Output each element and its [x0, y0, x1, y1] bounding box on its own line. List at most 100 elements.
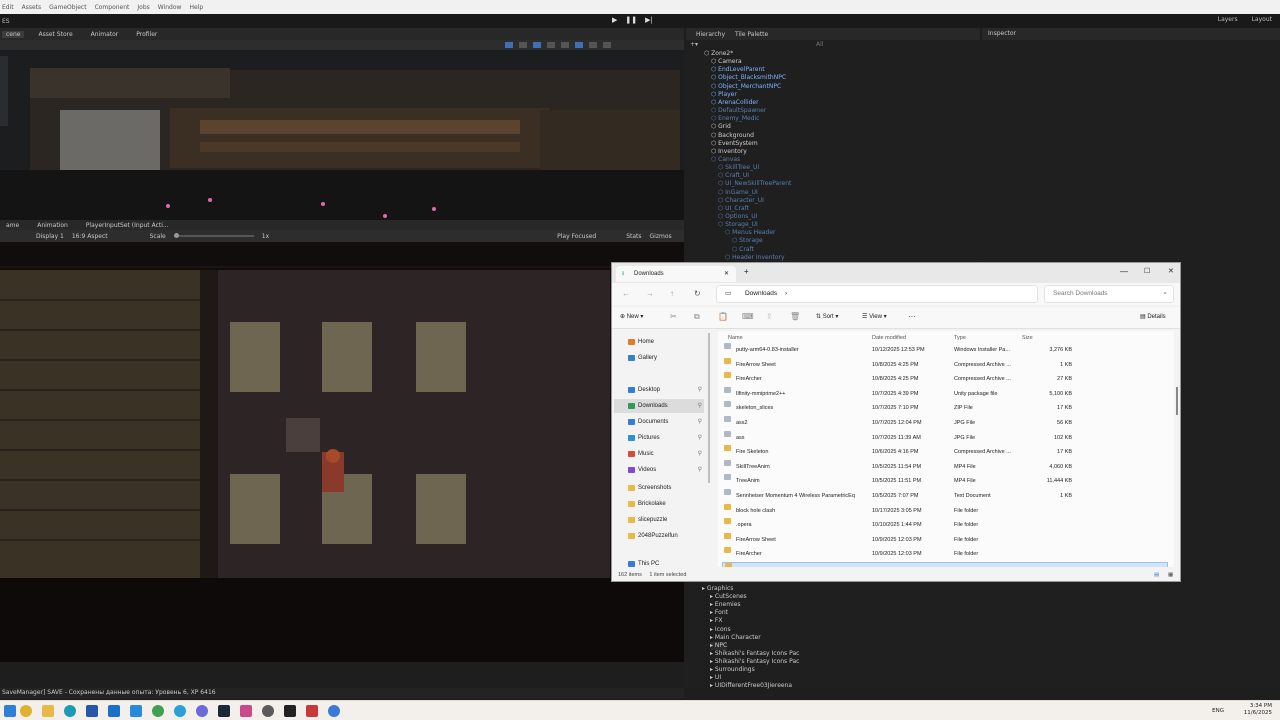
menu-gameobject[interactable]: GameObject: [49, 4, 86, 11]
steam-icon[interactable]: [218, 705, 230, 717]
explorer-tab[interactable]: ⭳ Downloads ✕: [616, 266, 736, 282]
pin-icon[interactable]: ⚲: [698, 431, 702, 445]
file-row[interactable]: TreeAnim 10/5/2025 11:51 PM MP4 File 11,444…: [722, 474, 1168, 488]
tab-inspector[interactable]: Inspector: [988, 30, 1016, 37]
hierarchy-item[interactable]: ⬡ Menus Header: [725, 229, 776, 237]
game-app-icon[interactable]: [306, 705, 318, 717]
nav-item[interactable]: 2048Puzzelfun: [626, 529, 704, 543]
close-window-icon[interactable]: ✕: [1168, 267, 1174, 275]
close-tab-icon[interactable]: ✕: [724, 266, 729, 282]
toolbar-left-label[interactable]: ES: [2, 18, 10, 25]
aspect-dropdown[interactable]: 16:9 Aspect: [72, 233, 108, 240]
nav-item[interactable]: slicepuzzle: [626, 513, 704, 527]
file-row[interactable]: FireArcher 10/8/2025 4:25 PM Compressed Ar…: [722, 372, 1168, 386]
store-icon[interactable]: [86, 705, 98, 717]
project-folder[interactable]: ▸ UIDifferentFree03Jiereena: [710, 682, 792, 690]
file-row[interactable]: ass 10/7/2025 11:39 AM JPG File 102 KB: [722, 430, 1168, 445]
hierarchy-item[interactable]: ⬡ Canvas: [711, 156, 740, 164]
menu-window[interactable]: Window: [158, 4, 182, 11]
refresh-icon[interactable]: ↻: [694, 289, 701, 298]
gizmos-dropdown[interactable]: Gizmos: [650, 233, 672, 240]
hierarchy-item[interactable]: ⬡ Options_UI: [718, 213, 757, 221]
search-box[interactable]: Search Downloads ⌕: [1044, 285, 1174, 303]
project-folder[interactable]: ▸ Enemies: [710, 601, 741, 609]
project-folder[interactable]: ▸ UI: [710, 674, 721, 682]
tab-hierarchy[interactable]: Hierarchy: [696, 31, 725, 38]
hierarchy-item[interactable]: ⬡ Player: [711, 91, 737, 99]
file-row[interactable]: Fire Skeleton 10/6/2025 4:16 PM Compressed…: [722, 445, 1168, 459]
pin-icon[interactable]: ⚲: [698, 383, 702, 397]
file-row[interactable]: SkillTreeAnim 10/5/2025 11:54 PM MP4 File 4…: [722, 459, 1168, 474]
column-size[interactable]: Size: [1022, 335, 1033, 341]
file-row[interactable]: block hole clash 10/17/2025 3:05 PM File f…: [722, 503, 1168, 518]
new-button[interactable]: ⊕ New ▾: [620, 313, 643, 320]
menu-edit[interactable]: Edit: [2, 4, 14, 11]
nav-scrollbar[interactable]: [708, 333, 710, 483]
hierarchy-item[interactable]: ⬡ Inventory: [711, 148, 747, 156]
pause-icon[interactable]: ❚❚: [625, 16, 637, 24]
project-folder[interactable]: ▸ Main Character: [710, 634, 761, 642]
hierarchy-item[interactable]: ⬡ Object_MerchantNPC: [711, 83, 781, 91]
chrome-alt-icon[interactable]: [152, 705, 164, 717]
nav-item[interactable]: Documents ⚲: [626, 415, 704, 429]
project-folder[interactable]: ▸ NPC: [710, 641, 728, 650]
hierarchy-item[interactable]: ⬡ Enemy_Medic: [711, 115, 759, 123]
share-icon[interactable]: ⇪: [766, 312, 773, 321]
view-button[interactable]: ☰ View ▾: [862, 313, 887, 320]
column-date[interactable]: Date modified: [872, 335, 906, 341]
pinned-app-icon[interactable]: [328, 705, 340, 717]
hierarchy-item[interactable]: ⬡ Storage_UI: [718, 221, 758, 229]
scale-slider[interactable]: [173, 233, 254, 238]
display-dropdown[interactable]: Display 1: [36, 233, 64, 240]
tab-animation[interactable]: Animation: [33, 222, 72, 229]
hierarchy-item[interactable]: ⬡ Storage: [732, 237, 763, 245]
file-row[interactable]: Ilfinity-mmiprime2++ 10/7/2025 4:39 PM Uni…: [722, 386, 1168, 401]
discord-icon[interactable]: [196, 705, 208, 717]
file-row[interactable]: FireArrow Sheet 10/9/2025 12:03 PM File fo…: [722, 532, 1168, 547]
tab-game[interactable]: ame: [2, 222, 23, 229]
hierarchy-item[interactable]: ⬡ Background: [711, 132, 754, 140]
hierarchy-item[interactable]: ⬡ Object_BlacksmithNPC: [711, 74, 786, 82]
hierarchy-add-icon[interactable]: +▾: [690, 41, 698, 48]
maximize-icon[interactable]: ☐: [1144, 267, 1150, 275]
pin-icon[interactable]: ⚲: [698, 415, 702, 429]
play-icon[interactable]: ▶: [612, 16, 617, 24]
file-row[interactable]: 1 10/7/2025 7:32 PM File folder: [722, 562, 1168, 567]
project-folder[interactable]: ▸ Surroundings: [710, 666, 755, 674]
file-row[interactable]: FireArcher 10/9/2025 12:03 PM File folder: [722, 547, 1168, 561]
back-icon[interactable]: ←: [622, 289, 630, 298]
hierarchy-item[interactable]: ⬡ UI_NewSkillTreeParent: [718, 180, 791, 188]
project-folder[interactable]: ▸ CutScenes: [710, 593, 747, 601]
details-button[interactable]: ▤ Details: [1140, 313, 1166, 320]
cut-icon[interactable]: ✂: [670, 312, 677, 321]
details-view-icon[interactable]: ▤: [1154, 569, 1159, 581]
file-row[interactable]: ass2 10/7/2025 12:04 PM JPG File 56 KB: [722, 416, 1168, 430]
nav-item[interactable]: Videos ⚲: [626, 463, 704, 477]
hierarchy-item[interactable]: ⬡ Header Inventory: [725, 254, 785, 262]
tab-asset-store[interactable]: Asset Store: [34, 31, 76, 38]
project-folder[interactable]: ▸ Graphics: [702, 585, 733, 593]
forward-icon[interactable]: →: [646, 289, 654, 298]
project-folder[interactable]: ▸ Font: [710, 609, 728, 617]
unity-icon[interactable]: [284, 705, 296, 717]
menu-help[interactable]: Help: [189, 4, 203, 11]
play-focused-dropdown[interactable]: Play Focused: [557, 233, 596, 240]
project-folder[interactable]: ▸ FX: [710, 617, 722, 625]
nav-item[interactable]: Home: [626, 335, 704, 349]
console-status-bar[interactable]: SaveManager] SAVE - Сохранены данные опы…: [0, 688, 684, 698]
list-scrollbar[interactable]: [1176, 387, 1178, 415]
file-row[interactable]: .opera 10/10/2025 1:44 PM File folder: [722, 518, 1168, 532]
copy-icon[interactable]: ⧉: [694, 312, 700, 322]
sort-button[interactable]: ⇅ Sort ▾: [816, 313, 838, 320]
menu-assets[interactable]: Assets: [22, 4, 42, 11]
nav-item[interactable]: Desktop ⚲: [626, 383, 704, 397]
file-row[interactable]: skeleton_slices 10/7/2025 7:10 PM ZIP File…: [722, 401, 1168, 415]
hierarchy-item[interactable]: ⬡ ArenaCollider: [711, 99, 759, 107]
column-type[interactable]: Type: [954, 335, 966, 341]
tab-profiler[interactable]: Profiler: [132, 31, 161, 38]
hierarchy-item[interactable]: ⬡ Craft: [732, 246, 754, 254]
nav-item[interactable]: Music ⚲: [626, 447, 704, 461]
nav-item[interactable]: Gallery: [626, 351, 704, 365]
vscode-icon[interactable]: [130, 705, 142, 717]
up-icon[interactable]: ↑: [670, 289, 674, 298]
